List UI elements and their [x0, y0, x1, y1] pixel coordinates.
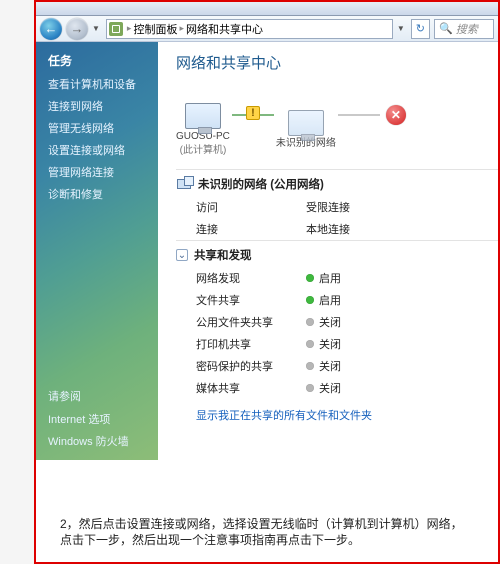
diagram-link-1: ! — [232, 114, 274, 116]
sharing-header: ⌄ 共享和发现 — [176, 240, 498, 267]
diagram-link-2 — [338, 114, 380, 116]
chevron-right-icon: ▸ — [127, 23, 132, 34]
diagram-pc-sub: (此计算机) — [180, 145, 227, 157]
row-key: 连接 — [196, 221, 306, 237]
network-diagram: GUOSU-PC (此计算机) ! 未识别的网络 ✕ — [176, 83, 498, 169]
status-dot-icon — [306, 296, 314, 304]
row-key: 公用文件夹共享 — [196, 314, 306, 330]
back-button[interactable]: ← — [40, 18, 62, 40]
computer-icon — [185, 103, 221, 129]
row-value: 启用 — [306, 292, 341, 308]
control-panel-icon — [109, 22, 123, 36]
sidebar-link-manage-connections[interactable]: 管理网络连接 — [36, 161, 158, 183]
sidebar-link-manage-wireless[interactable]: 管理无线网络 — [36, 117, 158, 139]
row-value: 关闭 — [306, 336, 341, 352]
network-small-icon — [176, 176, 192, 192]
warning-icon: ! — [246, 106, 260, 120]
status-dot-icon — [306, 340, 314, 348]
diagram-this-pc: GUOSU-PC (此计算机) — [176, 91, 230, 157]
breadcrumb-root[interactable]: 控制面板 — [133, 21, 177, 37]
row-key: 网络发现 — [196, 270, 306, 286]
unidentified-network-header: 未识别的网络 (公用网络) — [176, 169, 498, 196]
row-value: 关闭 — [306, 380, 341, 396]
row-value: 受限连接 — [306, 199, 350, 215]
nav-history-dropdown[interactable]: ▼ — [92, 24, 100, 33]
breadcrumb-page[interactable]: 网络和共享中心 — [186, 21, 263, 37]
main-panel: 网络和共享中心 GUOSU-PC (此计算机) ! 未识别的网络 ✕ — [158, 42, 498, 460]
network-info-row: 访问受限连接 — [176, 196, 498, 218]
sidebar: 任务 查看计算机和设备 连接到网络 管理无线网络 设置连接或网络 管理网络连接 … — [36, 42, 158, 460]
sidebar-link-connect[interactable]: 连接到网络 — [36, 95, 158, 117]
row-key: 密码保护的共享 — [196, 358, 306, 374]
diagram-unknown-network: 未识别的网络 — [276, 98, 336, 150]
toolbar: ← → ▼ ▸ 控制面板 ▸ 网络和共享中心 ▼ ↻ 🔍 搜索 — [36, 16, 498, 42]
sidebar-link-firewall[interactable]: Windows 防火墙 — [36, 430, 158, 452]
row-key: 文件共享 — [196, 292, 306, 308]
sidebar-link-setup-connection[interactable]: 设置连接或网络 — [36, 139, 158, 161]
row-value: 本地连接 — [306, 221, 350, 237]
sidebar-seealso-title: 请参阅 — [36, 386, 158, 408]
breadcrumb[interactable]: ▸ 控制面板 ▸ 网络和共享中心 — [106, 19, 393, 39]
search-icon: 🔍 — [439, 22, 453, 35]
chevron-right-icon: ▸ — [179, 23, 184, 34]
status-dot-icon — [306, 318, 314, 326]
sharing-row: 打印机共享关闭 — [176, 333, 498, 355]
row-value: 关闭 — [306, 314, 341, 330]
status-dot-icon — [306, 362, 314, 370]
sharing-row: 公用文件夹共享关闭 — [176, 311, 498, 333]
sharing-row: 网络发现启用 — [176, 267, 498, 289]
unidentified-network-title: 未识别的网络 (公用网络) — [198, 176, 324, 192]
address-dropdown[interactable]: ▼ — [397, 24, 405, 33]
row-value: 启用 — [306, 270, 341, 286]
sharing-title: 共享和发现 — [194, 247, 252, 263]
row-value: 关闭 — [306, 358, 341, 374]
sharing-row: 媒体共享关闭 — [176, 377, 498, 399]
sharing-row: 密码保护的共享关闭 — [176, 355, 498, 377]
row-key: 媒体共享 — [196, 380, 306, 396]
forward-button[interactable]: → — [66, 18, 88, 40]
refresh-button[interactable]: ↻ — [411, 19, 430, 39]
status-dot-icon — [306, 274, 314, 282]
status-dot-icon — [306, 384, 314, 392]
row-key: 打印机共享 — [196, 336, 306, 352]
collapse-icon[interactable]: ⌄ — [176, 249, 188, 261]
disconnected-icon: ✕ — [386, 105, 406, 125]
instruction-caption: 2，然后点击设置连接或网络，选择设置无线临时（计算机到计算机）网络，点击下一步，… — [60, 516, 470, 548]
sidebar-tasks-title: 任务 — [36, 50, 158, 73]
row-key: 访问 — [196, 199, 306, 215]
search-placeholder: 搜索 — [456, 21, 478, 37]
sidebar-link-view-devices[interactable]: 查看计算机和设备 — [36, 73, 158, 95]
network-info-row: 连接本地连接 — [176, 218, 498, 240]
sharing-row: 文件共享启用 — [176, 289, 498, 311]
sidebar-link-internet-options[interactable]: Internet 选项 — [36, 408, 158, 430]
window-titlebar — [36, 2, 498, 16]
network-icon — [288, 110, 324, 136]
search-input[interactable]: 🔍 搜索 — [434, 19, 494, 39]
sidebar-link-diagnose[interactable]: 诊断和修复 — [36, 183, 158, 205]
show-shared-files-link[interactable]: 显示我正在共享的所有文件和文件夹 — [176, 399, 498, 423]
page-title: 网络和共享中心 — [176, 52, 498, 83]
